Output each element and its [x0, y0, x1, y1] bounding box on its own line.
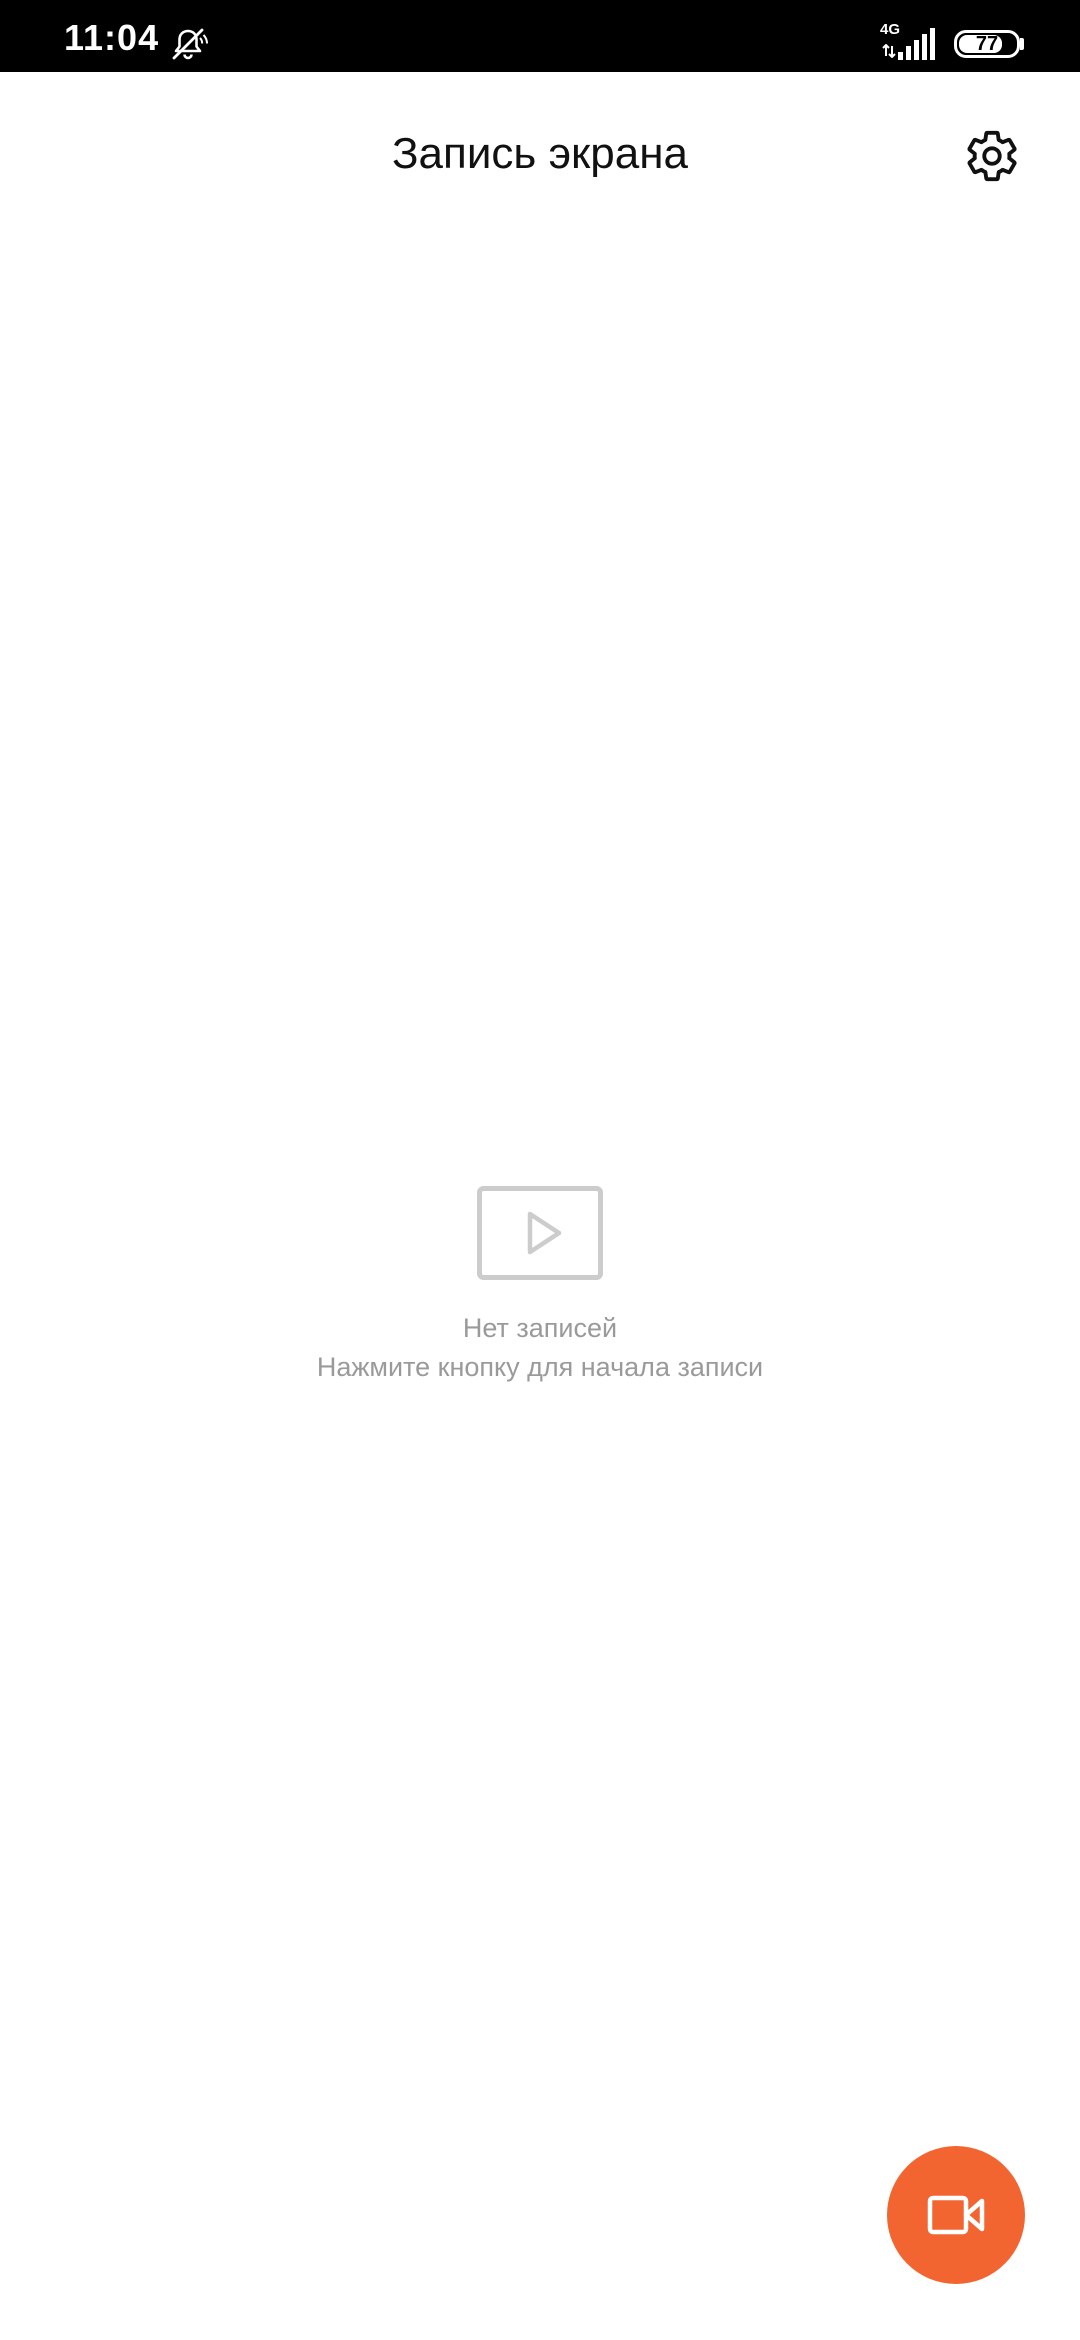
data-arrows-icon: [882, 44, 896, 58]
screen-recorder-app: 11:04 4G 77 Запись экрана Нет записей На…: [0, 0, 1080, 2340]
gear-icon: [967, 130, 1017, 182]
battery-nub: [1020, 38, 1024, 50]
video-camera-icon: [927, 2195, 985, 2235]
battery-level: 77: [975, 33, 999, 55]
settings-button[interactable]: [958, 122, 1026, 190]
mute-icon: [172, 28, 208, 60]
battery-icon: 77: [954, 30, 1020, 58]
status-bar: 11:04 4G 77: [0, 0, 1080, 72]
empty-state: Нет записей Нажмите кнопку для начала за…: [0, 1186, 1080, 1386]
page-title: Запись экрана: [391, 129, 688, 178]
empty-state-hint: Нажмите кнопку для начала записи: [316, 1352, 764, 1382]
start-recording-button[interactable]: [887, 2146, 1025, 2284]
signal-icon: [898, 28, 935, 60]
empty-state-title: Нет записей: [462, 1313, 618, 1343]
video-placeholder-icon: [477, 1186, 603, 1280]
status-time: 11:04: [64, 17, 160, 58]
